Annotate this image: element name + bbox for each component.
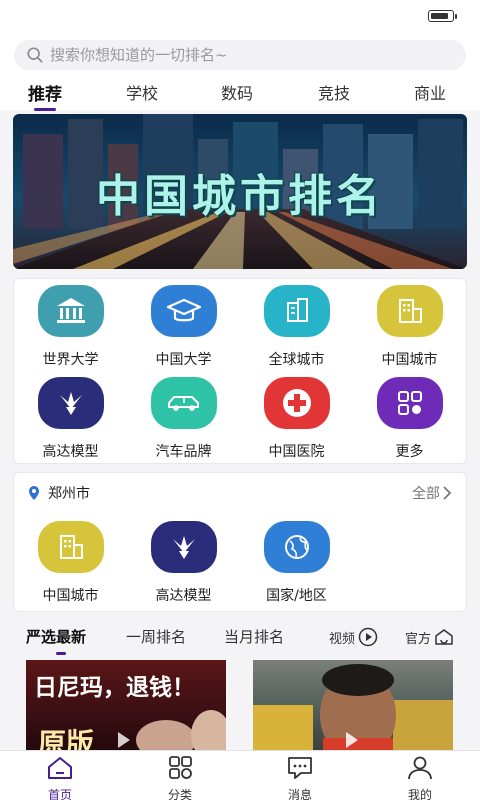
tab-latest[interactable]: 严选最新 bbox=[26, 626, 86, 655]
city-category-gundam[interactable]: 高达模型 bbox=[127, 521, 240, 605]
view-all-button[interactable]: 全部 bbox=[412, 483, 454, 503]
nav-label: 消息 bbox=[287, 788, 312, 800]
category-more[interactable]: 更多 bbox=[353, 377, 466, 461]
building-icon bbox=[263, 285, 330, 337]
category-label: 世界大学 bbox=[42, 352, 99, 368]
tab-digital[interactable]: 数码 bbox=[221, 80, 253, 104]
globe-icon bbox=[263, 521, 330, 573]
message-icon bbox=[288, 757, 312, 779]
category-china-university[interactable]: 中国大学 bbox=[127, 285, 240, 369]
nav-profile[interactable]: 我的 bbox=[380, 755, 460, 800]
tab-sports[interactable]: 竞技 bbox=[318, 80, 350, 104]
search-input[interactable] bbox=[50, 46, 430, 64]
nav-category[interactable]: 分类 bbox=[140, 755, 220, 800]
filter-video[interactable]: 视频 bbox=[329, 627, 378, 647]
nav-label: 我的 bbox=[407, 788, 432, 800]
view-all-label: 全部 bbox=[412, 486, 440, 502]
tab-business[interactable]: 商业 bbox=[414, 80, 446, 104]
bottom-nav: 首页 分类 消息 我的 bbox=[0, 750, 480, 800]
location-pin-icon bbox=[29, 486, 39, 500]
category-label: 中国医院 bbox=[268, 444, 325, 460]
city-category-country[interactable]: 国家/地区 bbox=[240, 521, 353, 605]
feed-tabs: 严选最新 一周排名 当月排名 视频 官方 bbox=[0, 622, 480, 655]
header: 推荐 学校 数码 竞技 商业 bbox=[0, 32, 480, 111]
nav-messages[interactable]: 消息 bbox=[260, 755, 340, 800]
thumbnail-caption: 日尼玛，退钱！ bbox=[34, 674, 195, 701]
gundam-icon bbox=[37, 377, 104, 429]
official-label: 官方 bbox=[405, 631, 432, 647]
category-label: 高达模型 bbox=[42, 444, 99, 460]
hospital-cross-icon bbox=[263, 377, 330, 429]
top-tabs: 推荐 学校 数码 竞技 商业 bbox=[0, 76, 480, 111]
city-category-label: 国家/地区 bbox=[266, 588, 327, 604]
tab-school[interactable]: 学校 bbox=[126, 80, 158, 104]
category-label: 中国大学 bbox=[155, 352, 212, 368]
category-label: 汽车品牌 bbox=[155, 444, 212, 460]
video-label: 视频 bbox=[329, 631, 356, 647]
official-house-icon bbox=[435, 629, 453, 645]
home-icon bbox=[48, 757, 72, 779]
category-grid: 世界大学 中国大学 全球城市 中国城市 高达模型 汽车品牌 中国医院 更多 bbox=[13, 278, 467, 464]
category-china-hospital[interactable]: 中国医院 bbox=[240, 377, 353, 461]
city-category-china-city[interactable]: 中国城市 bbox=[14, 521, 127, 605]
play-circle-icon bbox=[358, 627, 378, 647]
gundam-icon bbox=[150, 521, 217, 573]
city-category-label: 高达模型 bbox=[155, 588, 212, 604]
chevron-right-icon bbox=[443, 486, 452, 500]
thumbnail-caption-2: 原版 bbox=[38, 727, 95, 752]
more-grid-icon bbox=[376, 377, 443, 429]
bank-icon bbox=[37, 285, 104, 337]
category-china-city[interactable]: 中国城市 bbox=[353, 285, 466, 369]
graduation-cap-icon bbox=[150, 285, 217, 337]
category-gundam[interactable]: 高达模型 bbox=[14, 377, 127, 461]
tab-monthly[interactable]: 当月排名 bbox=[224, 626, 284, 647]
status-bar bbox=[0, 0, 480, 32]
category-world-university[interactable]: 世界大学 bbox=[14, 285, 127, 369]
search-icon bbox=[27, 47, 43, 63]
banner-title: 中国城市排名 bbox=[96, 171, 384, 222]
banner[interactable]: 中国城市排名 bbox=[13, 114, 467, 269]
city-section: 郑州市 全部 中国城市 高达模型 国家/地区 bbox=[13, 472, 467, 612]
category-label: 更多 bbox=[395, 444, 424, 460]
city-category-label: 中国城市 bbox=[42, 588, 99, 604]
city-icon bbox=[37, 521, 104, 573]
city-selector[interactable]: 郑州市 bbox=[26, 483, 90, 503]
category-car-brand[interactable]: 汽车品牌 bbox=[127, 377, 240, 461]
tab-recommend[interactable]: 推荐 bbox=[28, 80, 62, 111]
battery-icon bbox=[428, 10, 457, 22]
battery-level bbox=[430, 12, 448, 19]
user-icon bbox=[408, 756, 432, 780]
nav-label: 首页 bbox=[47, 788, 72, 800]
video-thumbnail[interactable] bbox=[253, 660, 453, 752]
category-global-city[interactable]: 全球城市 bbox=[240, 285, 353, 369]
category-label: 中国城市 bbox=[381, 352, 438, 368]
video-thumbnail[interactable]: 日尼玛，退钱！ 原版 bbox=[26, 660, 226, 752]
thumbnail-image bbox=[253, 664, 453, 752]
city-name: 郑州市 bbox=[48, 486, 90, 502]
search-bar[interactable] bbox=[14, 40, 466, 70]
nav-label: 分类 bbox=[167, 788, 192, 800]
category-icon bbox=[169, 756, 192, 779]
category-label: 全球城市 bbox=[268, 352, 325, 368]
city-icon bbox=[376, 285, 443, 337]
car-icon bbox=[150, 377, 217, 429]
nav-home[interactable]: 首页 bbox=[20, 755, 100, 800]
tab-weekly[interactable]: 一周排名 bbox=[126, 626, 186, 647]
filter-official[interactable]: 官方 bbox=[405, 627, 454, 647]
